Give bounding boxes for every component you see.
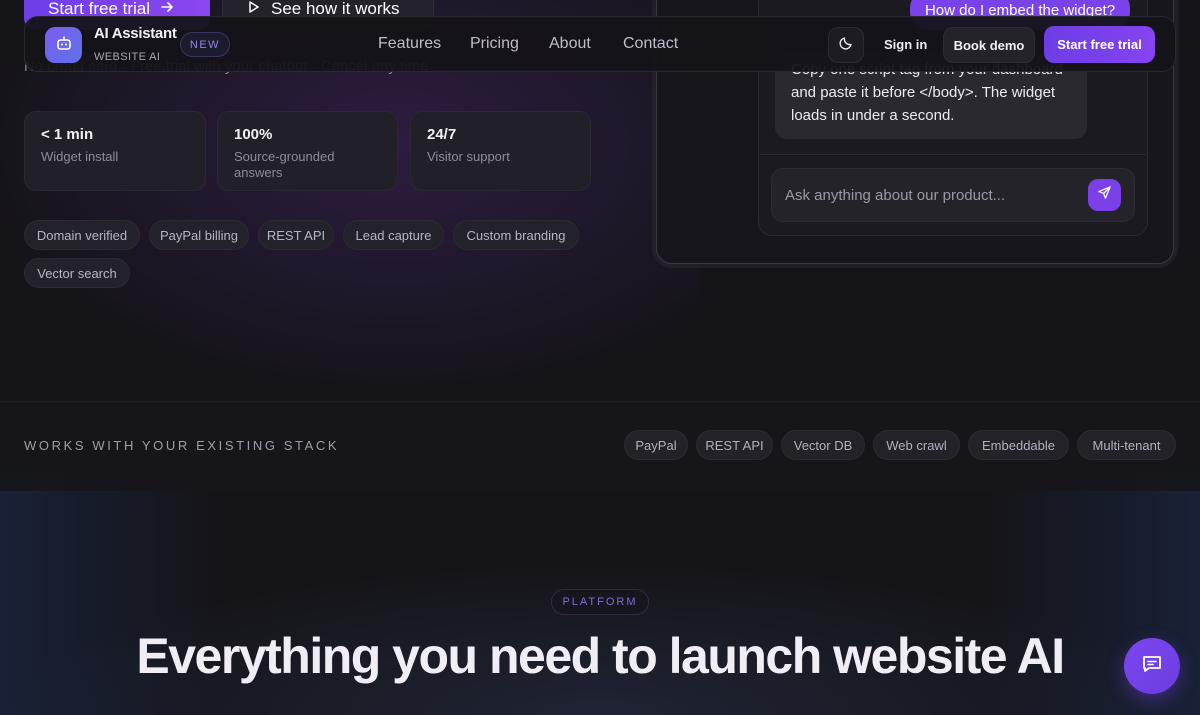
stat-card-grounded: 100% Source-grounded answers [217,111,398,191]
feature-chip: Domain verified [24,220,140,250]
nav-link-about[interactable]: About [549,35,591,53]
feature-chip: PayPal billing [149,220,249,250]
nav-link-pricing[interactable]: Pricing [470,35,519,53]
nav-link-contact[interactable]: Contact [623,35,678,53]
stack-chip: REST API [696,430,773,460]
stat-label: Visitor support [427,149,510,164]
chat-bubble-icon [1140,652,1164,681]
stat-value: < 1 min [41,126,94,143]
stat-card-support: 24/7 Visitor support [410,111,591,191]
stack-chip: Vector DB [781,430,865,460]
brand-subtitle: WEBSITE AI [94,51,161,63]
stat-value: 100% [234,126,273,143]
chat-input[interactable]: Ask anything about our product... [771,168,1135,222]
theme-toggle-button[interactable] [828,27,864,63]
stack-chip: PayPal [624,430,688,460]
feature-chip: Vector search [24,258,130,288]
new-badge: NEW [180,32,230,57]
platform-badge: PLATFORM [551,589,649,615]
chat-widget-button[interactable] [1124,638,1180,694]
stack-chip: Web crawl [873,430,960,460]
brand-title: AI Assistant [94,25,177,42]
nav-start-trial-button[interactable]: Start free trial [1044,26,1155,63]
nav-link-features[interactable]: Features [378,35,441,53]
send-icon [1097,185,1112,205]
chat-divider [760,154,1146,155]
stack-chip: Multi-tenant [1077,430,1176,460]
stat-label: Widget install [41,149,119,164]
feature-chip: Lead capture [343,220,444,250]
feature-chip: REST API [258,220,334,250]
robot-icon [55,34,73,57]
moon-icon [838,35,854,56]
sign-in-link[interactable]: Sign in [884,37,927,52]
stat-label: Source-grounded answers [234,149,335,180]
book-demo-button[interactable]: Book demo [943,27,1035,63]
platform-title: Everything you need to launch website AI [136,628,1065,684]
stat-card-install: < 1 min Widget install [24,111,206,191]
logo[interactable] [45,27,82,63]
stat-value: 24/7 [427,126,457,143]
stack-label: WORKS WITH YOUR EXISTING STACK [24,438,340,453]
send-button[interactable] [1088,179,1121,211]
feature-chip: Custom branding [453,220,579,250]
stack-chip: Embeddable [968,430,1069,460]
